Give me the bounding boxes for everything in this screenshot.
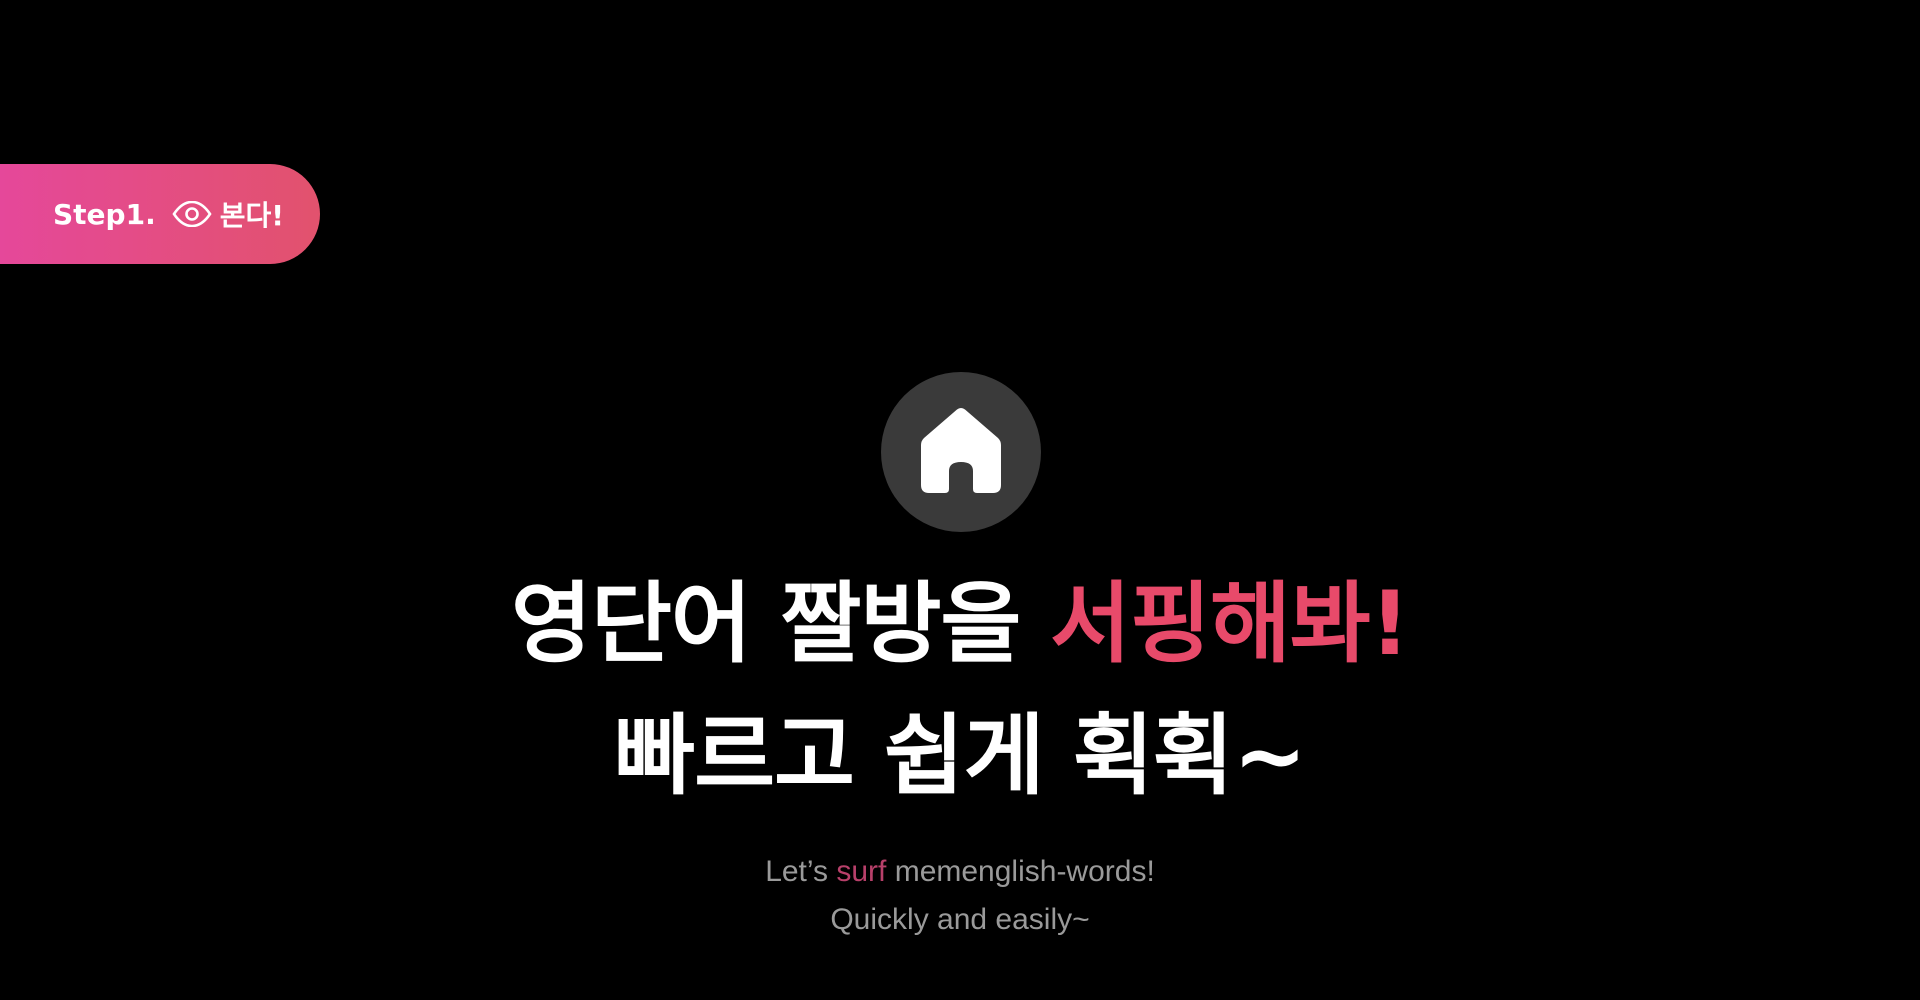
headline-white-text: 영단어 짤방을 xyxy=(510,572,1051,675)
step-label: Step1. xyxy=(53,197,156,231)
home-button[interactable] xyxy=(881,372,1041,532)
home-icon xyxy=(920,407,1002,497)
subtext-line-2: Quickly and easily~ xyxy=(830,903,1090,936)
eye-icon xyxy=(172,201,212,227)
subtext-post: memenglish-words! xyxy=(886,855,1155,888)
headline-line-1: 영단어 짤방을 서핑해봐! xyxy=(0,580,1920,668)
headline-accent-text: 서핑해봐! xyxy=(1050,572,1410,675)
step-badge: Step1. 본다! xyxy=(0,164,320,264)
step-action-label: 본다! xyxy=(219,199,284,232)
subtext-line-1: Let’s surf memenglish-words! xyxy=(0,857,1920,887)
page: Step1. 본다! 영단어 짤방을 서핑해봐! 빠르고 쉽게 휙휙~ Let’… xyxy=(0,0,1920,1000)
subtext-accent: surf xyxy=(836,855,887,888)
headline-line-2: 빠르고 쉽게 휙휙~ xyxy=(614,704,1307,807)
subtext-pre: Let’s xyxy=(765,855,837,888)
